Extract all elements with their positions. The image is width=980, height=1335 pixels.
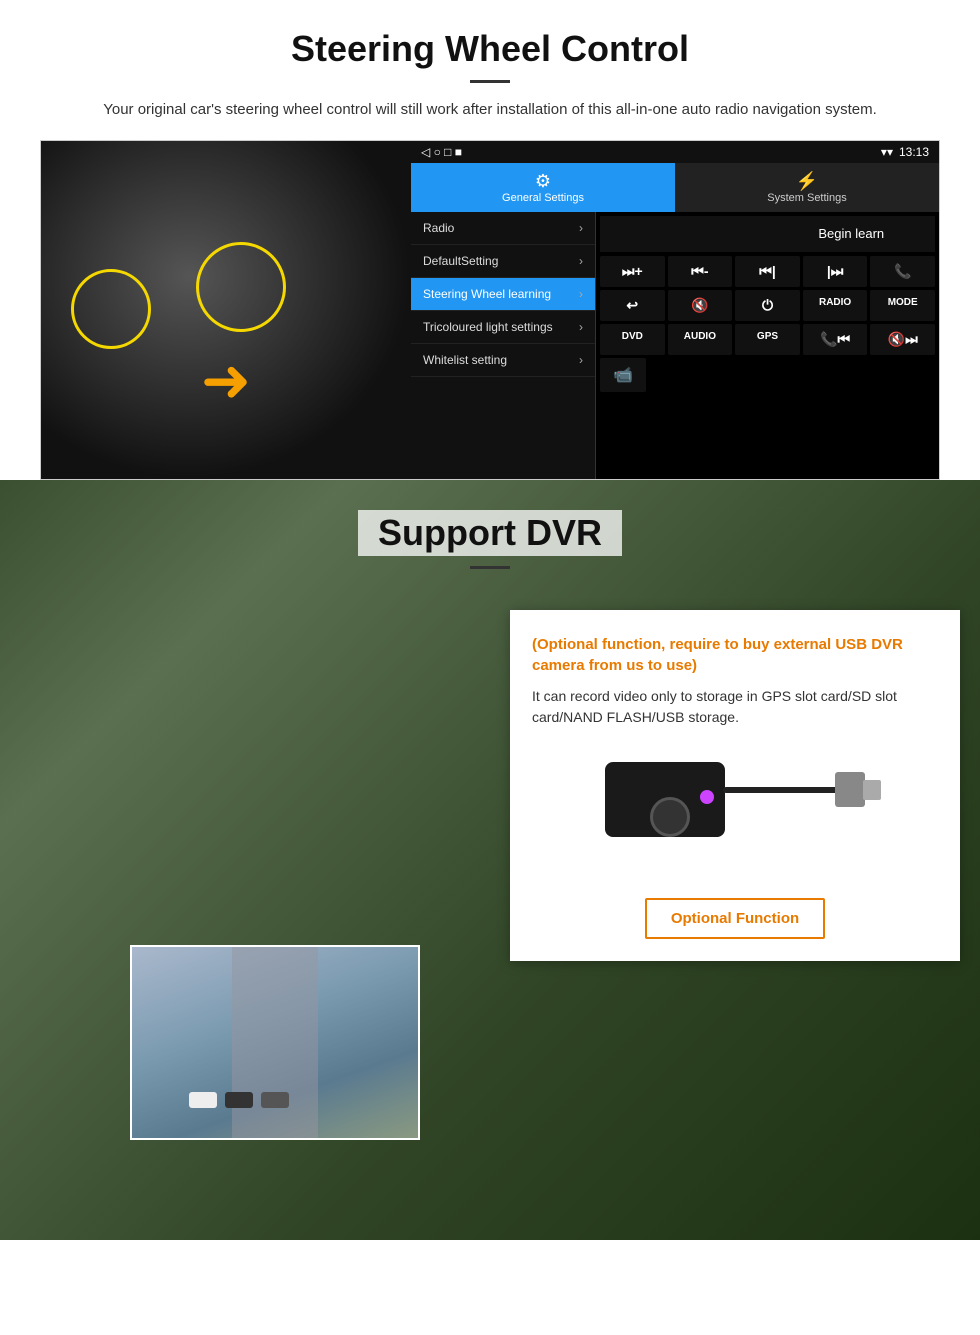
menu-label-tricoloured: Tricoloured light settings: [423, 320, 553, 334]
ctrl-grid-row3: DVD AUDIO GPS 📞⏮ 🔇⏭: [600, 324, 935, 355]
ctrl-vol-down[interactable]: ⏮-: [668, 256, 733, 287]
swc-photo: ➜: [41, 141, 411, 479]
ctrl-mute-next[interactable]: 🔇⏭: [870, 324, 935, 355]
dvr-optional-text: (Optional function, require to buy exter…: [532, 634, 938, 676]
tab-system[interactable]: ⚡ System Settings: [675, 163, 939, 212]
tab-system-label: System Settings: [767, 192, 846, 204]
dvr-divider: [470, 566, 510, 569]
chevron-icon: ›: [579, 353, 583, 367]
chevron-icon: ›: [579, 320, 583, 334]
menu-item-defaultsetting[interactable]: DefaultSetting ›: [411, 245, 595, 278]
dvr-desc-text: It can record video only to storage in G…: [532, 686, 938, 728]
ctrl-call[interactable]: 📞: [870, 256, 935, 287]
ctrl-next[interactable]: |⏭: [803, 256, 868, 287]
dvr-title: Support DVR: [358, 510, 622, 556]
menu-item-tricoloured[interactable]: Tricoloured light settings ›: [411, 311, 595, 344]
ctrl-mute[interactable]: 🔇: [668, 290, 733, 321]
chevron-icon: ›: [579, 254, 583, 268]
swc-description: Your original car's steering wheel contr…: [40, 99, 940, 122]
menu-label-radio: Radio: [423, 221, 454, 235]
ctrl-prev[interactable]: ⏮|: [735, 256, 800, 287]
ctrl-call-prev[interactable]: 📞⏮: [803, 324, 868, 355]
ctrl-dvr[interactable]: 📹: [600, 358, 646, 392]
ctrl-audio[interactable]: AUDIO: [668, 324, 733, 355]
thumb-car-3: [261, 1092, 289, 1108]
ctrl-grid-row1: ⏭+ ⏮- ⏮| |⏭ 📞: [600, 256, 935, 287]
gear-icon: ⚙: [415, 171, 671, 192]
menu-label-whitelist: Whitelist setting: [423, 353, 507, 367]
swc-circle-right: [196, 242, 286, 332]
camera-body: [605, 762, 725, 837]
camera-usb: [835, 772, 865, 807]
menu-left: Radio › DefaultSetting › Steering Wheel …: [411, 212, 596, 479]
ctrl-power[interactable]: ⏻: [735, 290, 800, 321]
statusbar-signal: ▾▾: [881, 145, 893, 159]
ctrl-grid-row2: ↩ 🔇 ⏻ RADIO MODE: [600, 290, 935, 321]
ctrl-vol-up[interactable]: ⏭+: [600, 256, 665, 287]
menu-item-swlearning[interactable]: Steering Wheel learning ›: [411, 278, 595, 311]
camera-usb-head: [863, 780, 881, 800]
dvr-thumbnail: [130, 945, 420, 1140]
chevron-icon: ›: [579, 221, 583, 235]
begin-learn-row: Begin learn: [600, 216, 935, 252]
system-icon: ⚡: [679, 171, 935, 192]
statusbar-time: 13:13: [899, 145, 929, 159]
begin-learn-empty: [600, 216, 768, 252]
camera-light: [700, 790, 714, 804]
swc-divider: [470, 80, 510, 83]
menu-right: Begin learn ⏭+ ⏮- ⏮| |⏭ 📞 ↩ 🔇 ⏻: [596, 212, 939, 479]
camera-shape: [575, 742, 895, 882]
swc-title: Steering Wheel Control: [40, 28, 940, 70]
menu-label-swlearning: Steering Wheel learning: [423, 287, 551, 301]
menu-item-whitelist[interactable]: Whitelist setting ›: [411, 344, 595, 377]
swc-android-ui: ◁ ○ □ ■ ▾▾ 13:13 ⚙ General Settings ⚡ Sy…: [411, 141, 939, 479]
dvr-section: Support DVR (Optional function, require …: [0, 480, 980, 1240]
swc-composite: ➜ ◁ ○ □ ■ ▾▾ 13:13 ⚙ General Settings ⚡ …: [40, 140, 940, 480]
chevron-icon: ›: [579, 287, 583, 301]
thumb-car-1: [189, 1092, 217, 1108]
swc-overlay: ➜: [41, 141, 411, 479]
camera-lens: [650, 797, 690, 837]
optional-function-button[interactable]: Optional Function: [645, 898, 825, 939]
dvr-background: Support DVR (Optional function, require …: [0, 480, 980, 1240]
tab-general[interactable]: ⚙ General Settings: [411, 163, 675, 212]
statusbar-icons: ◁ ○ □ ■: [421, 145, 462, 159]
thumb-car-2: [225, 1092, 253, 1108]
camera-cable: [723, 787, 843, 793]
thumb-road: [232, 947, 318, 1138]
swc-circle-left: [71, 269, 151, 349]
android-menu: Radio › DefaultSetting › Steering Wheel …: [411, 212, 939, 479]
menu-item-radio[interactable]: Radio ›: [411, 212, 595, 245]
begin-learn-button[interactable]: Begin learn: [768, 216, 936, 252]
swc-arrow: ➜: [201, 351, 251, 411]
swc-section: Steering Wheel Control Your original car…: [0, 0, 980, 480]
ctrl-gps[interactable]: GPS: [735, 324, 800, 355]
ctrl-back[interactable]: ↩: [600, 290, 665, 321]
menu-label-defaultsetting: DefaultSetting: [423, 254, 498, 268]
dvr-camera-illustration: [532, 742, 938, 882]
ctrl-mode[interactable]: MODE: [870, 290, 935, 321]
android-statusbar: ◁ ○ □ ■ ▾▾ 13:13: [411, 141, 939, 163]
ctrl-dvd[interactable]: DVD: [600, 324, 665, 355]
android-tabs: ⚙ General Settings ⚡ System Settings: [411, 163, 939, 212]
dvr-info-box: (Optional function, require to buy exter…: [510, 610, 960, 961]
thumb-cars: [189, 1092, 289, 1108]
dvr-title-area: Support DVR: [0, 480, 980, 569]
tab-general-label: General Settings: [502, 192, 584, 204]
ctrl-radio[interactable]: RADIO: [803, 290, 868, 321]
